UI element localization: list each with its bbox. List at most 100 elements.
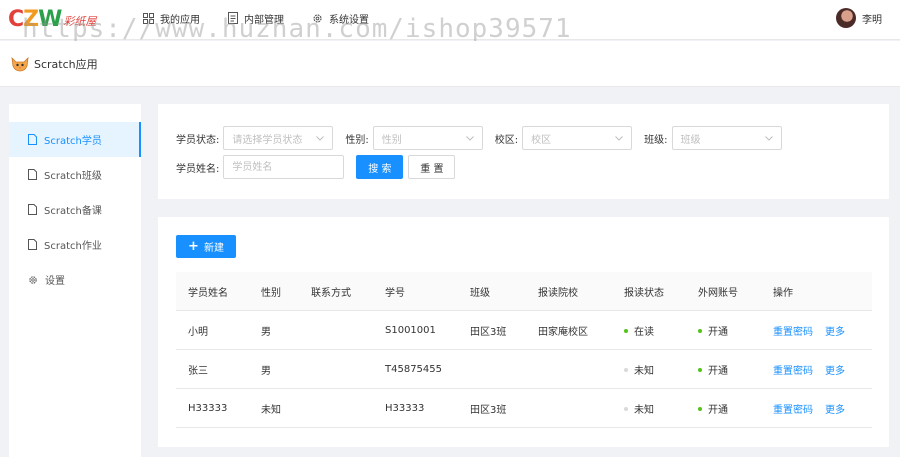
class-filter-label: 班级: <box>644 134 668 146</box>
sidebar-item-classes[interactable]: Scratch班级 <box>9 157 141 192</box>
account-dot <box>698 328 702 333</box>
user-name: 李明 <box>862 14 882 26</box>
new-button-label: 新建 <box>203 243 224 254</box>
table-header-row: 学员姓名 性别 联系方式 学号 班级 报读院校 报读状态 外网账号 操作 <box>176 272 872 311</box>
column-header-school: 报读院校 <box>538 287 578 299</box>
student-table: 学员姓名 性别 联系方式 学号 班级 报读院校 报读状态 外网账号 操作 小明 … <box>176 272 872 428</box>
table-row: H33333 未知 H33333 田区3班 未知 开通 重置密码 更多 <box>176 389 872 428</box>
chevron-down-icon <box>465 135 474 141</box>
cell-status: 未知 <box>624 401 654 416</box>
campus-select-placeholder: 校区 <box>531 134 552 146</box>
sidebar-item-lesson-prep[interactable]: Scratch备课 <box>9 192 141 227</box>
nav-internal-management[interactable]: 内部管理 <box>228 11 284 26</box>
search-button[interactable]: 搜 索 <box>356 155 404 179</box>
cell-name: H33333 <box>188 402 228 414</box>
main-nav: 我的应用 内部管理 系统设置 <box>143 0 397 36</box>
sidebar-item-label: Scratch班级 <box>44 171 102 182</box>
cell-actions: 重置密码 更多 <box>773 323 845 338</box>
cell-name: 张三 <box>188 365 208 377</box>
brand-logo[interactable]: CZW 彩纸屋 <box>8 6 96 32</box>
file-icon <box>28 169 37 180</box>
reset-password-link[interactable]: 重置密码 <box>773 327 813 338</box>
gear-icon <box>313 13 322 23</box>
more-link[interactable]: 更多 <box>825 405 845 416</box>
new-student-button[interactable]: + 新建 <box>176 235 236 258</box>
chevron-down-icon <box>764 135 773 141</box>
page-title: Scratch应用 <box>34 57 98 71</box>
column-header-student-no: 学号 <box>385 287 405 299</box>
file-icon <box>28 204 37 215</box>
gear-icon <box>29 275 37 284</box>
column-header-status: 报读状态 <box>624 287 664 299</box>
table-row: 张三 男 T45875455 未知 开通 重置密码 更多 <box>176 350 872 389</box>
cat-app-icon <box>11 56 29 71</box>
sidebar-item-settings[interactable]: 设置 <box>9 262 141 297</box>
sidebar-item-homework[interactable]: Scratch作业 <box>9 227 141 262</box>
class-select[interactable]: 班级 <box>671 126 782 150</box>
nav-label: 我的应用 <box>160 14 200 26</box>
file-icon <box>28 239 37 250</box>
cell-class: 田区3班 <box>470 404 507 416</box>
gender-select[interactable]: 性别 <box>372 126 483 150</box>
cell-account: 开通 <box>698 362 728 377</box>
reset-button[interactable]: 重 置 <box>408 155 456 179</box>
more-link[interactable]: 更多 <box>825 366 845 377</box>
filter-panel: 学员状态: 请选择学员状态 性别: 性别 校区: 校区 班级: 班级 学员姓名:… <box>158 104 889 199</box>
gender-filter-label: 性别: <box>345 134 369 146</box>
cell-account: 开通 <box>698 323 728 338</box>
cell-account: 开通 <box>698 401 728 416</box>
table-row: 小明 男 S1001001 田区3班 田家庵校区 在读 开通 重置密码 更多 <box>176 311 872 350</box>
nav-label: 系统设置 <box>329 14 369 26</box>
student-table-panel: + 新建 学员姓名 性别 联系方式 学号 班级 报读院校 报读状态 外网账号 操… <box>158 217 889 447</box>
account-text: 开通 <box>708 326 728 338</box>
account-dot <box>698 367 702 372</box>
cell-student-no: T45875455 <box>385 363 443 375</box>
class-select-placeholder: 班级 <box>680 134 701 146</box>
top-navbar: CZW 彩纸屋 我的应用 内部管理 系统设置 李明 https://www.hu… <box>0 0 900 44</box>
status-text: 在读 <box>634 326 654 338</box>
campus-select[interactable]: 校区 <box>522 126 633 150</box>
cell-actions: 重置密码 更多 <box>773 401 845 416</box>
sidebar: Scratch学员 Scratch班级 Scratch备课 Scratch作业 … <box>9 104 141 457</box>
reset-password-link[interactable]: 重置密码 <box>773 405 813 416</box>
cell-status: 在读 <box>624 323 654 338</box>
cell-actions: 重置密码 更多 <box>773 362 845 377</box>
gender-select-placeholder: 性别 <box>381 134 402 146</box>
grid-icon <box>143 12 154 24</box>
sidebar-item-label: Scratch学员 <box>44 136 102 147</box>
cell-status: 未知 <box>624 362 654 377</box>
chevron-down-icon <box>316 135 325 141</box>
cell-school: 田家庵校区 <box>538 326 588 338</box>
breadcrumb: Scratch应用 <box>0 41 900 87</box>
campus-filter-label: 校区: <box>494 134 519 146</box>
avatar <box>836 8 856 28</box>
cell-student-no: H33333 <box>385 402 425 414</box>
reset-password-link[interactable]: 重置密码 <box>773 366 813 377</box>
status-filter-label: 学员状态: <box>176 134 220 146</box>
status-dot <box>624 328 628 333</box>
user-menu[interactable]: 李明 <box>836 8 882 28</box>
chevron-down-icon <box>615 135 623 141</box>
status-text: 未知 <box>634 365 654 377</box>
file-icon <box>28 134 37 145</box>
sidebar-item-label: Scratch备课 <box>44 206 102 217</box>
column-header-gender: 性别 <box>261 287 281 299</box>
sidebar-item-students[interactable]: Scratch学员 <box>9 122 141 157</box>
column-header-name: 学员姓名 <box>188 287 228 299</box>
column-header-class: 班级 <box>470 287 490 299</box>
cell-gender: 男 <box>261 365 271 377</box>
status-dot <box>624 367 628 372</box>
nav-system-settings[interactable]: 系统设置 <box>312 11 369 26</box>
more-link[interactable]: 更多 <box>825 327 845 338</box>
student-name-input[interactable] <box>223 155 345 179</box>
account-text: 开通 <box>708 404 728 416</box>
status-text: 未知 <box>634 404 654 416</box>
column-header-contact: 联系方式 <box>311 287 351 299</box>
status-select[interactable]: 请选择学员状态 <box>223 126 334 150</box>
cell-student-no: S1001001 <box>385 324 436 336</box>
nav-my-apps[interactable]: 我的应用 <box>143 11 200 26</box>
logo-subtitle: 彩纸屋 <box>63 15 97 28</box>
logo-letters: CZW <box>8 6 62 32</box>
column-header-account: 外网账号 <box>698 287 738 299</box>
account-dot <box>698 406 702 411</box>
